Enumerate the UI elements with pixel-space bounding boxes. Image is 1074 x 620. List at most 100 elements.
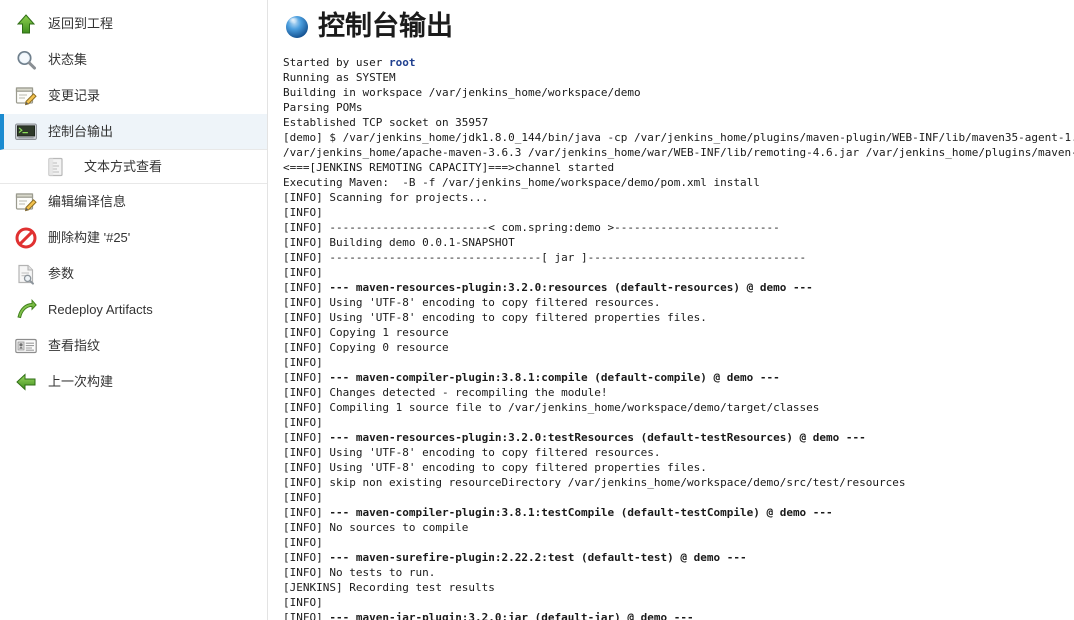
console-line: [INFO] --- maven-resources-plugin:3.2.0:… bbox=[283, 430, 1074, 445]
console-line: [INFO] --------------------------------[… bbox=[283, 250, 1074, 265]
delete-forbidden-icon bbox=[14, 226, 38, 250]
console-text: Established TCP socket on 35957 bbox=[283, 116, 489, 129]
console-user-link[interactable]: root bbox=[389, 56, 416, 69]
sidebar-item-edit-build-information[interactable]: 编辑编译信息 bbox=[0, 184, 267, 220]
sidebar-item-label: 控制台输出 bbox=[48, 123, 114, 139]
console-text: Started by user bbox=[283, 56, 389, 69]
console-text: /var/jenkins_home/apache-maven-3.6.3 /va… bbox=[283, 146, 1074, 159]
console-text: [INFO] bbox=[283, 506, 330, 519]
console-line: [INFO] Using 'UTF-8' encoding to copy fi… bbox=[283, 310, 1074, 325]
sidebar-item-back-to-project[interactable]: 返回到工程 bbox=[0, 6, 267, 42]
console-text: [INFO] Copying 1 resource bbox=[283, 326, 449, 339]
console-text: <===[JENKINS REMOTING CAPACITY]===>chann… bbox=[283, 161, 615, 174]
console-text: [INFO] bbox=[283, 371, 330, 384]
edit-notepad-icon bbox=[14, 190, 38, 214]
console-text: --- maven-compiler-plugin:3.8.1:testComp… bbox=[329, 506, 833, 519]
sidebar-item-label: 查看指纹 bbox=[48, 338, 101, 353]
console-line: [INFO] --- maven-compiler-plugin:3.8.1:t… bbox=[283, 505, 1074, 520]
console-text: [INFO] Changes detected - recompiling th… bbox=[283, 386, 608, 399]
console-line: /var/jenkins_home/apache-maven-3.6.3 /va… bbox=[283, 145, 1074, 160]
sidebar-item-label: 上一次构建 bbox=[48, 374, 114, 389]
sidebar-item-label: 状态集 bbox=[48, 52, 88, 67]
console-line: [INFO] bbox=[283, 265, 1074, 280]
console-text: Executing Maven: -B -f /var/jenkins_home… bbox=[283, 176, 760, 189]
sidebar-item-label: 变更记录 bbox=[48, 88, 101, 103]
console-text: --- maven-resources-plugin:3.2.0:testRes… bbox=[329, 431, 866, 444]
console-text: --- maven-compiler-plugin:3.8.1:compile … bbox=[329, 371, 780, 384]
sidebar-item-view-as-plain-text[interactable]: 文本方式查看 bbox=[0, 150, 267, 184]
console-line: [INFO] Using 'UTF-8' encoding to copy fi… bbox=[283, 460, 1074, 475]
console-line: [INFO] Scanning for projects... bbox=[283, 190, 1074, 205]
console-text: Parsing POMs bbox=[283, 101, 363, 114]
console-text: [INFO] bbox=[283, 356, 330, 369]
sidebar-item-console-output[interactable]: 控制台输出 bbox=[0, 114, 267, 150]
console-line: [INFO] Compiling 1 source file to /var/j… bbox=[283, 400, 1074, 415]
console-line: [INFO] Copying 0 resource bbox=[283, 340, 1074, 355]
console-line: Established TCP socket on 35957 bbox=[283, 115, 1074, 130]
console-line: Running as SYSTEM bbox=[283, 70, 1074, 85]
sidebar-item-delete-build[interactable]: 删除构建 '#25' bbox=[0, 220, 267, 256]
main-content: 控制台输出 Started by user root Running as SYS… bbox=[268, 0, 1074, 620]
console-text: [INFO] bbox=[283, 596, 330, 609]
console-text: [INFO] No tests to run. bbox=[283, 566, 436, 579]
sidebar-item-redeploy-artifacts[interactable]: Redeploy Artifacts bbox=[0, 292, 267, 328]
sidebar-item-status[interactable]: 状态集 bbox=[0, 42, 267, 78]
console-line: [demo] $ /var/jenkins_home/jdk1.8.0_144/… bbox=[283, 130, 1074, 145]
console-text: --- maven-jar-plugin:3.2.0:jar (default-… bbox=[329, 611, 694, 620]
console-text: [INFO] skip non existing resourceDirecto… bbox=[283, 476, 906, 489]
page-root: 返回到工程状态集变更记录控制台输出文本方式查看编辑编译信息 删除构建 '#25' 参… bbox=[0, 0, 1074, 620]
console-line: [INFO] skip non existing resourceDirecto… bbox=[283, 475, 1074, 490]
document-plain-icon bbox=[44, 155, 68, 179]
console-text: [INFO] Scanning for projects... bbox=[283, 191, 489, 204]
fingerprint-card-icon bbox=[14, 334, 38, 358]
console-line: [INFO] Changes detected - recompiling th… bbox=[283, 385, 1074, 400]
console-text: [INFO] bbox=[283, 281, 330, 294]
sidebar: 返回到工程状态集变更记录控制台输出文本方式查看编辑编译信息 删除构建 '#25' 参… bbox=[0, 0, 268, 620]
console-output-text[interactable]: Started by user root Running as SYSTEM Bui… bbox=[283, 55, 1074, 620]
console-line: [INFO] bbox=[283, 535, 1074, 550]
sidebar-item-label: 删除构建 '#25' bbox=[48, 230, 131, 245]
console-line: Executing Maven: -B -f /var/jenkins_home… bbox=[283, 175, 1074, 190]
console-line: [INFO] Copying 1 resource bbox=[283, 325, 1074, 340]
console-line: [INFO] bbox=[283, 415, 1074, 430]
console-text: [INFO] Copying 0 resource bbox=[283, 341, 449, 354]
console-text: Running as SYSTEM bbox=[283, 71, 396, 84]
console-text: [INFO] Using 'UTF-8' encoding to copy fi… bbox=[283, 296, 661, 309]
console-line: Parsing POMs bbox=[283, 100, 1074, 115]
console-text: [INFO] bbox=[283, 536, 330, 549]
console-text: [INFO] bbox=[283, 551, 330, 564]
sidebar-item-parameters[interactable]: 参数 bbox=[0, 256, 267, 292]
console-text: [INFO] Using 'UTF-8' encoding to copy fi… bbox=[283, 311, 707, 324]
sidebar-item-label: 参数 bbox=[48, 266, 75, 281]
console-line: [INFO] Using 'UTF-8' encoding to copy fi… bbox=[283, 445, 1074, 460]
console-line: [INFO] --- maven-surefire-plugin:2.22.2:… bbox=[283, 550, 1074, 565]
console-text: [INFO] Using 'UTF-8' encoding to copy fi… bbox=[283, 446, 661, 459]
console-line: [INFO] --- maven-jar-plugin:3.2.0:jar (d… bbox=[283, 610, 1074, 620]
magnifier-icon bbox=[14, 48, 38, 72]
sidebar-item-see-fingerprints[interactable]: 查看指纹 bbox=[0, 328, 267, 364]
console-text: [INFO] bbox=[283, 491, 330, 504]
console-line: Building in workspace /var/jenkins_home/… bbox=[283, 85, 1074, 100]
sidebar-item-label: 文本方式查看 bbox=[84, 158, 163, 174]
console-line: [INFO] Using 'UTF-8' encoding to copy fi… bbox=[283, 295, 1074, 310]
console-text: --- maven-surefire-plugin:2.22.2:test (d… bbox=[329, 551, 747, 564]
up-arrow-green-icon bbox=[14, 12, 38, 36]
console-text: --- maven-resources-plugin:3.2.0:resourc… bbox=[329, 281, 813, 294]
terminal-icon bbox=[14, 120, 38, 144]
sidebar-item-changes[interactable]: 变更记录 bbox=[0, 78, 267, 114]
console-line: [INFO] No sources to compile bbox=[283, 520, 1074, 535]
sidebar-item-previous-build[interactable]: 上一次构建 bbox=[0, 364, 267, 400]
console-line: [INFO] bbox=[283, 355, 1074, 370]
console-text: [INFO] bbox=[283, 416, 330, 429]
console-line: [INFO] No tests to run. bbox=[283, 565, 1074, 580]
parameters-document-icon bbox=[14, 262, 38, 286]
sidebar-item-label: 返回到工程 bbox=[48, 16, 114, 31]
console-line: [JENKINS] Recording test results bbox=[283, 580, 1074, 595]
blue-sphere-icon bbox=[282, 12, 312, 42]
sidebar-item-label: Redeploy Artifacts bbox=[48, 302, 153, 317]
console-text: [INFO] ------------------------< com.spr… bbox=[283, 221, 780, 234]
console-text: [INFO] --------------------------------[… bbox=[283, 251, 807, 264]
console-line: <===[JENKINS REMOTING CAPACITY]===>chann… bbox=[283, 160, 1074, 175]
console-text: [INFO] No sources to compile bbox=[283, 521, 469, 534]
sidebar-item-label: 编辑编译信息 bbox=[48, 194, 127, 209]
